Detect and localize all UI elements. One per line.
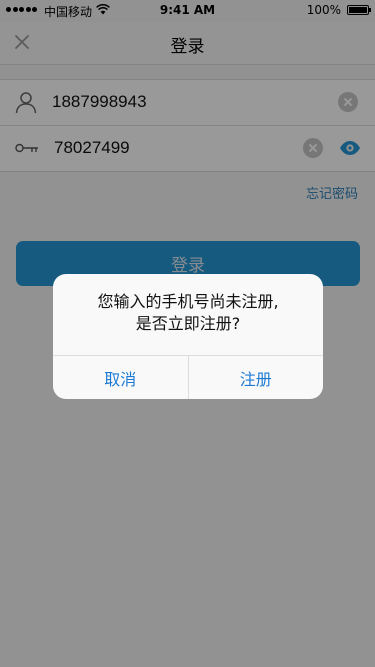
alert-message: 您输入的手机号尚未注册, 是否立即注册? xyxy=(53,291,323,335)
alert-button-row: 取消 注册 xyxy=(53,355,323,399)
register-alert-dialog: 您输入的手机号尚未注册, 是否立即注册? 取消 注册 xyxy=(53,274,323,399)
register-button[interactable]: 注册 xyxy=(187,356,324,399)
alert-message-line-2: 是否立即注册? xyxy=(135,314,241,333)
modal-overlay: 您输入的手机号尚未注册, 是否立即注册? 取消 注册 xyxy=(0,0,375,667)
cancel-button[interactable]: 取消 xyxy=(53,356,188,399)
alert-message-line-1: 您输入的手机号尚未注册, xyxy=(97,292,279,311)
